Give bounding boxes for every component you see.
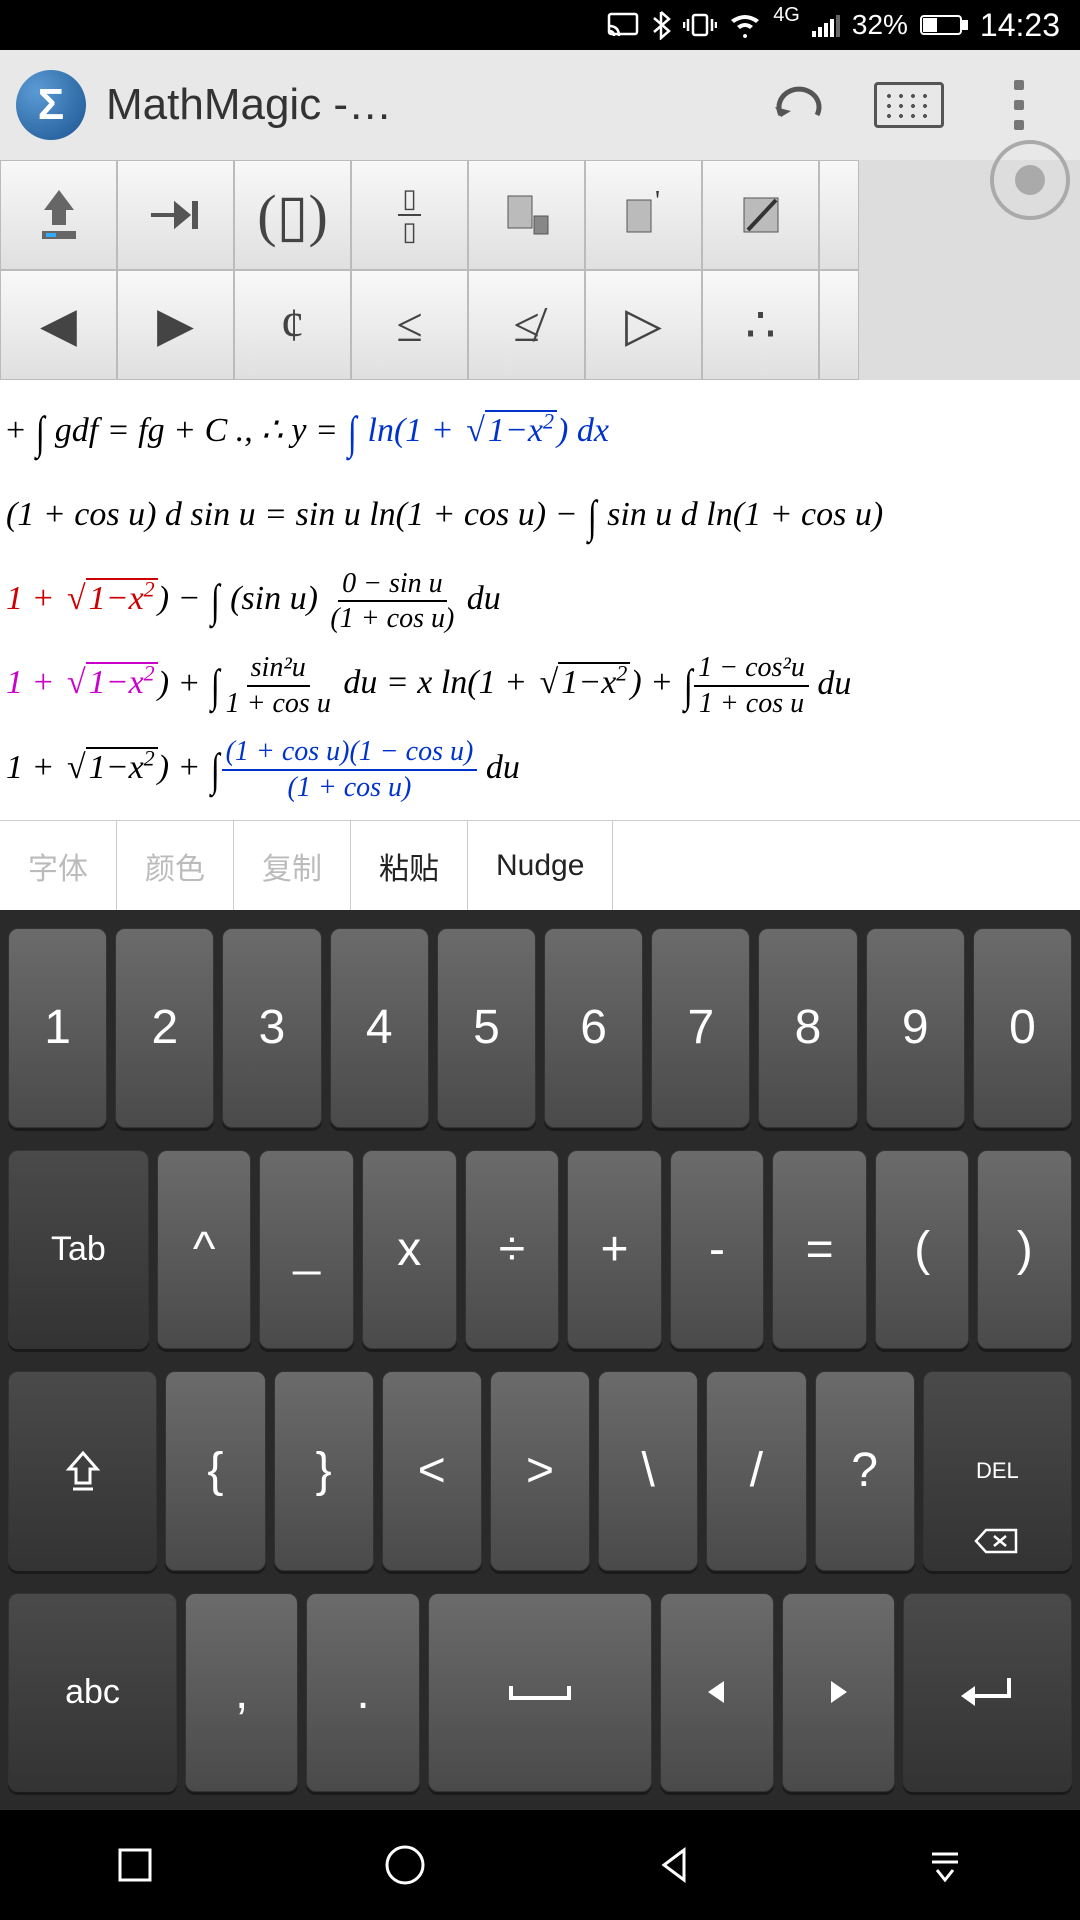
key-5-1-4[interactable]: 5 [437, 928, 536, 1128]
key-enter[interactable] [903, 1593, 1072, 1793]
keyboard-icon [874, 82, 944, 128]
key-8-1-7[interactable]: 8 [758, 928, 857, 1128]
equation-editor[interactable]: + ∫ gdf = fg + C ., ∴ y = ∫ ln(1 + 1−x2)… [0, 380, 1080, 820]
undo-button[interactable] [754, 70, 844, 140]
keyboard-row-4: abc,. [8, 1593, 1072, 1793]
text-tab-4[interactable]: Nudge [468, 821, 613, 910]
menu-dots-icon [1014, 80, 1024, 130]
battery-pct: 32% [852, 9, 908, 41]
tool-subscript[interactable] [468, 160, 585, 270]
clock: 14:23 [980, 7, 1060, 44]
text-tool-tabs: 字体颜色复制粘贴Nudge [0, 820, 1080, 910]
key-arrow-left[interactable] [660, 1593, 773, 1793]
key-sym-3-5[interactable]: \ [598, 1371, 698, 1571]
text-tab-2: 复制 [234, 821, 351, 910]
key-9-1-8[interactable]: 9 [866, 928, 965, 1128]
soft-keyboard: 1234567890 Tab^_x÷+-=() {}<>\/?DEL abc,. [0, 910, 1080, 1810]
toolbar-row-1: (▯) ▯▯ ' [0, 160, 1080, 270]
equation-line-3: 1 + 1−x2) + ∫sin²u1 + cos u du = x ln(1 … [6, 647, 1074, 725]
key-sym-2-5[interactable]: + [567, 1150, 662, 1350]
tool-symbol-2[interactable]: ¢ [234, 270, 351, 380]
tool-shift-up[interactable] [0, 160, 117, 270]
bluetooth-icon [651, 10, 671, 40]
key-mode-abc[interactable]: abc [8, 1593, 177, 1793]
signal-4g-label: 4G [773, 4, 800, 27]
app-title: MathMagic -… [106, 80, 734, 130]
toolbar-row-2: ◀▶¢≤≰▷∴ [0, 270, 1080, 380]
keyboard-toggle-button[interactable] [864, 70, 954, 140]
app-bar: Σ MathMagic -… [0, 50, 1080, 160]
tool-parentheses[interactable]: (▯) [234, 160, 351, 270]
equation-line-1: (1 + cos u) d sin u = sin u ln(1 + cos u… [6, 478, 1074, 556]
tool-symbol-6[interactable]: ∴ [702, 270, 819, 380]
key-sym-2-4[interactable]: ÷ [465, 1150, 560, 1350]
nav-home-button[interactable] [375, 1835, 435, 1895]
equation-line-0: + ∫ gdf = fg + C ., ∴ y = ∫ ln(1 + 1−x2)… [6, 394, 1074, 472]
key-sym-2-1[interactable]: ^ [157, 1150, 252, 1350]
key-x-2-3[interactable]: x [362, 1150, 457, 1350]
signal-icon [812, 13, 840, 37]
key-shift[interactable] [8, 1371, 157, 1571]
key-6-1-5[interactable]: 6 [544, 928, 643, 1128]
toolbar-more-right-2[interactable] [819, 270, 859, 380]
keyboard-row-2: Tab^_x÷+-=() [8, 1150, 1072, 1350]
key-sym-3-4[interactable]: > [490, 1371, 590, 1571]
key-sym-2-9[interactable]: ) [977, 1150, 1072, 1350]
toolbar-more-right-1[interactable] [819, 160, 859, 270]
key-tab[interactable]: Tab [8, 1150, 149, 1350]
nav-back-button[interactable] [645, 1835, 705, 1895]
key-sym-2-6[interactable]: - [670, 1150, 765, 1350]
key-0-1-9[interactable]: 0 [973, 928, 1072, 1128]
key-sym-3-2[interactable]: } [274, 1371, 374, 1571]
key-sym-3-3[interactable]: < [382, 1371, 482, 1571]
keyboard-row-1: 1234567890 [8, 928, 1072, 1128]
key-delete[interactable]: DEL [923, 1371, 1072, 1571]
keyboard-row-3: {}<>\/?DEL [8, 1371, 1072, 1571]
key-sym-3-7[interactable]: ? [815, 1371, 915, 1571]
key-3-1-2[interactable]: 3 [222, 928, 321, 1128]
equation-line-4: 1 + 1−x2) + ∫(1 + cos u)(1 − cos u)(1 + … [6, 731, 1074, 809]
math-toolbar: (▯) ▯▯ ' ◀▶¢≤≰▷∴ [0, 160, 1080, 380]
key-sym-2-8[interactable]: ( [875, 1150, 970, 1350]
tool-symbol-1[interactable]: ▶ [117, 270, 234, 380]
wifi-icon [729, 12, 761, 38]
status-bar: 4G 32% 14:23 [0, 0, 1080, 50]
key-7-1-6[interactable]: 7 [651, 928, 750, 1128]
android-nav-bar [0, 1810, 1080, 1920]
app-logo-icon: Σ [16, 70, 86, 140]
key-1-1-0[interactable]: 1 [8, 928, 107, 1128]
key-sym-4-2[interactable]: . [306, 1593, 419, 1793]
key-space[interactable] [428, 1593, 653, 1793]
tool-slash[interactable] [702, 160, 819, 270]
text-tab-1: 颜色 [117, 821, 234, 910]
svg-text:': ' [655, 190, 660, 217]
vibrate-icon [683, 11, 717, 39]
tool-symbol-4[interactable]: ≰ [468, 270, 585, 380]
radio-target-icon[interactable] [990, 140, 1070, 220]
key-sym-4-1[interactable]: , [185, 1593, 298, 1793]
battery-icon [920, 13, 968, 37]
key-2-1-1[interactable]: 2 [115, 928, 214, 1128]
nav-recent-button[interactable] [105, 1835, 165, 1895]
nav-ime-switch-button[interactable] [915, 1835, 975, 1895]
key-sym-3-1[interactable]: { [165, 1371, 265, 1571]
key-sym-2-2[interactable]: _ [259, 1150, 354, 1350]
equation-line-2: 1 + 1−x2) − ∫ (sin u) 0 − sin u(1 + cos … [6, 562, 1074, 640]
key-4-1-3[interactable]: 4 [330, 928, 429, 1128]
overflow-menu-button[interactable] [974, 70, 1064, 140]
tool-tab[interactable] [117, 160, 234, 270]
tool-prime[interactable]: ' [585, 160, 702, 270]
tool-symbol-0[interactable]: ◀ [0, 270, 117, 380]
key-sym-2-7[interactable]: = [772, 1150, 867, 1350]
tool-symbol-3[interactable]: ≤ [351, 270, 468, 380]
cast-icon [607, 12, 639, 38]
tool-fraction[interactable]: ▯▯ [351, 160, 468, 270]
text-tab-3[interactable]: 粘贴 [351, 821, 468, 910]
tool-symbol-5[interactable]: ▷ [585, 270, 702, 380]
key-sym-3-6[interactable]: / [706, 1371, 806, 1571]
key-arrow-right[interactable] [782, 1593, 895, 1793]
text-tab-0: 字体 [0, 821, 117, 910]
